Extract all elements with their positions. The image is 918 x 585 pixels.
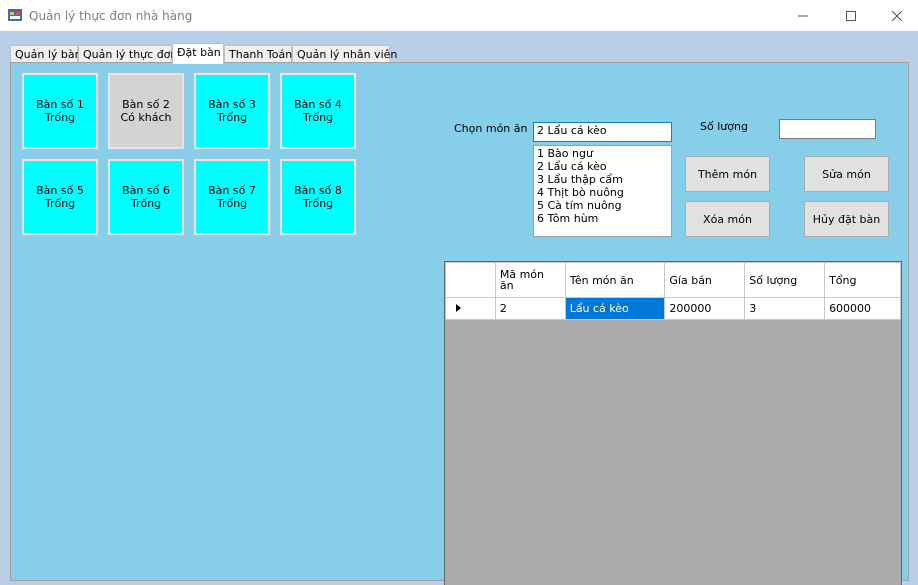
maximize-icon — [846, 10, 856, 21]
cell-quantity[interactable]: 3 — [744, 297, 826, 320]
dish-option[interactable]: 3 Lẩu thập cẩm — [537, 173, 668, 186]
table-name: Bàn số 2 — [122, 98, 170, 111]
booking-tab-page: Bàn số 1 Trống Bàn số 2 Có khách Bàn số … — [10, 62, 909, 585]
table-button-8[interactable]: Bàn số 8 Trống — [279, 158, 357, 236]
order-grid[interactable]: Mã món ăn Tên món ăn Gía bán Số lượng Tổ… — [444, 261, 902, 585]
dish-dropdown-list[interactable]: 1 Bào ngư 2 Lẩu cá kèo 3 Lẩu thập cẩm 4 … — [533, 145, 672, 237]
column-header-price[interactable]: Gía bán — [664, 262, 746, 298]
table-row[interactable]: 2 Lẩu cá kèo 200000 3 600000 — [445, 297, 901, 320]
title-bar: Quản lý thực đơn nhà hàng — [0, 0, 918, 31]
main-window: Quản lý bàn Quản lý thực đơn Đặt bàn Tha… — [0, 31, 918, 585]
tab-staff-management[interactable]: Quản lý nhân viên — [292, 45, 397, 63]
close-icon — [892, 10, 902, 21]
cell-id[interactable]: 2 — [494, 297, 566, 320]
window-title: Quản lý thực đơn nhà hàng — [29, 9, 193, 23]
table-button-4[interactable]: Bàn số 4 Trống — [279, 72, 357, 150]
tab-booking[interactable]: Đặt bàn — [172, 43, 224, 64]
minimize-icon — [798, 15, 808, 16]
table-button-3[interactable]: Bàn số 3 Trống — [193, 72, 271, 150]
table-button-6[interactable]: Bàn số 6 Trống — [107, 158, 185, 236]
table-name: Bàn số 3 — [208, 98, 256, 111]
current-row-icon — [456, 304, 461, 312]
column-header-total[interactable]: Tổng — [824, 262, 901, 298]
quantity-input[interactable] — [779, 119, 876, 139]
order-table: Mã món ăn Tên món ăn Gía bán Số lượng Tổ… — [445, 262, 901, 320]
row-header-corner — [445, 262, 496, 298]
dish-combobox[interactable]: 2 Lẩu cá kèo — [533, 122, 672, 142]
table-button-1[interactable]: Bàn số 1 Trống — [21, 72, 99, 150]
quantity-label: Số lượng — [700, 120, 748, 133]
cell-total[interactable]: 600000 — [824, 297, 901, 320]
delete-dish-button[interactable]: Xóa món — [685, 201, 770, 237]
table-button-5[interactable]: Bàn số 5 Trống — [21, 158, 99, 236]
column-header-name[interactable]: Tên món ăn — [564, 262, 666, 298]
cell-name[interactable]: Lẩu cá kèo — [564, 297, 666, 320]
table-status: Trống — [302, 197, 334, 210]
row-header[interactable] — [445, 297, 496, 320]
dish-option[interactable]: 6 Tôm hùm — [537, 212, 668, 225]
app-icon — [8, 9, 22, 21]
table-status: Trống — [216, 197, 248, 210]
maximize-button[interactable] — [828, 0, 874, 31]
table-name: Bàn số 4 — [294, 98, 342, 111]
table-button-7[interactable]: Bàn số 7 Trống — [193, 158, 271, 236]
table-name: Bàn số 8 — [294, 184, 342, 197]
table-status: Trống — [44, 197, 76, 210]
minimize-button[interactable] — [780, 0, 826, 31]
table-name: Bàn số 5 — [36, 184, 84, 197]
table-status: Trống — [302, 111, 334, 124]
table-button-2[interactable]: Bàn số 2 Có khách — [107, 72, 185, 150]
dish-option[interactable]: 4 Thịt bò nuông — [537, 186, 668, 199]
cancel-booking-button[interactable]: Hủy đặt bàn — [804, 201, 889, 237]
tab-payment[interactable]: Thanh Toán — [224, 45, 292, 63]
tab-menu-management[interactable]: Quản lý thực đơn — [78, 45, 177, 63]
column-header-id[interactable]: Mã món ăn — [494, 262, 566, 298]
column-header-quantity[interactable]: Số lượng — [744, 262, 826, 298]
tab-table-management[interactable]: Quản lý bàn — [10, 45, 82, 63]
dish-option[interactable]: 5 Cà tím nuông — [537, 199, 668, 212]
dish-option[interactable]: 1 Bào ngư — [537, 147, 668, 160]
table-name: Bàn số 7 — [208, 184, 256, 197]
close-button[interactable] — [874, 0, 918, 31]
table-status: Có khách — [120, 111, 172, 124]
edit-dish-button[interactable]: Sửa món — [804, 156, 889, 192]
add-dish-button[interactable]: Thêm món — [685, 156, 770, 192]
dish-label: Chọn món ăn — [454, 122, 528, 135]
dish-option[interactable]: 2 Lẩu cá kèo — [537, 160, 668, 173]
table-status: Trống — [130, 197, 162, 210]
table-status: Trống — [216, 111, 248, 124]
table-status: Trống — [44, 111, 76, 124]
table-name: Bàn số 6 — [122, 184, 170, 197]
cell-price[interactable]: 200000 — [664, 297, 746, 320]
table-name: Bàn số 1 — [36, 98, 84, 111]
